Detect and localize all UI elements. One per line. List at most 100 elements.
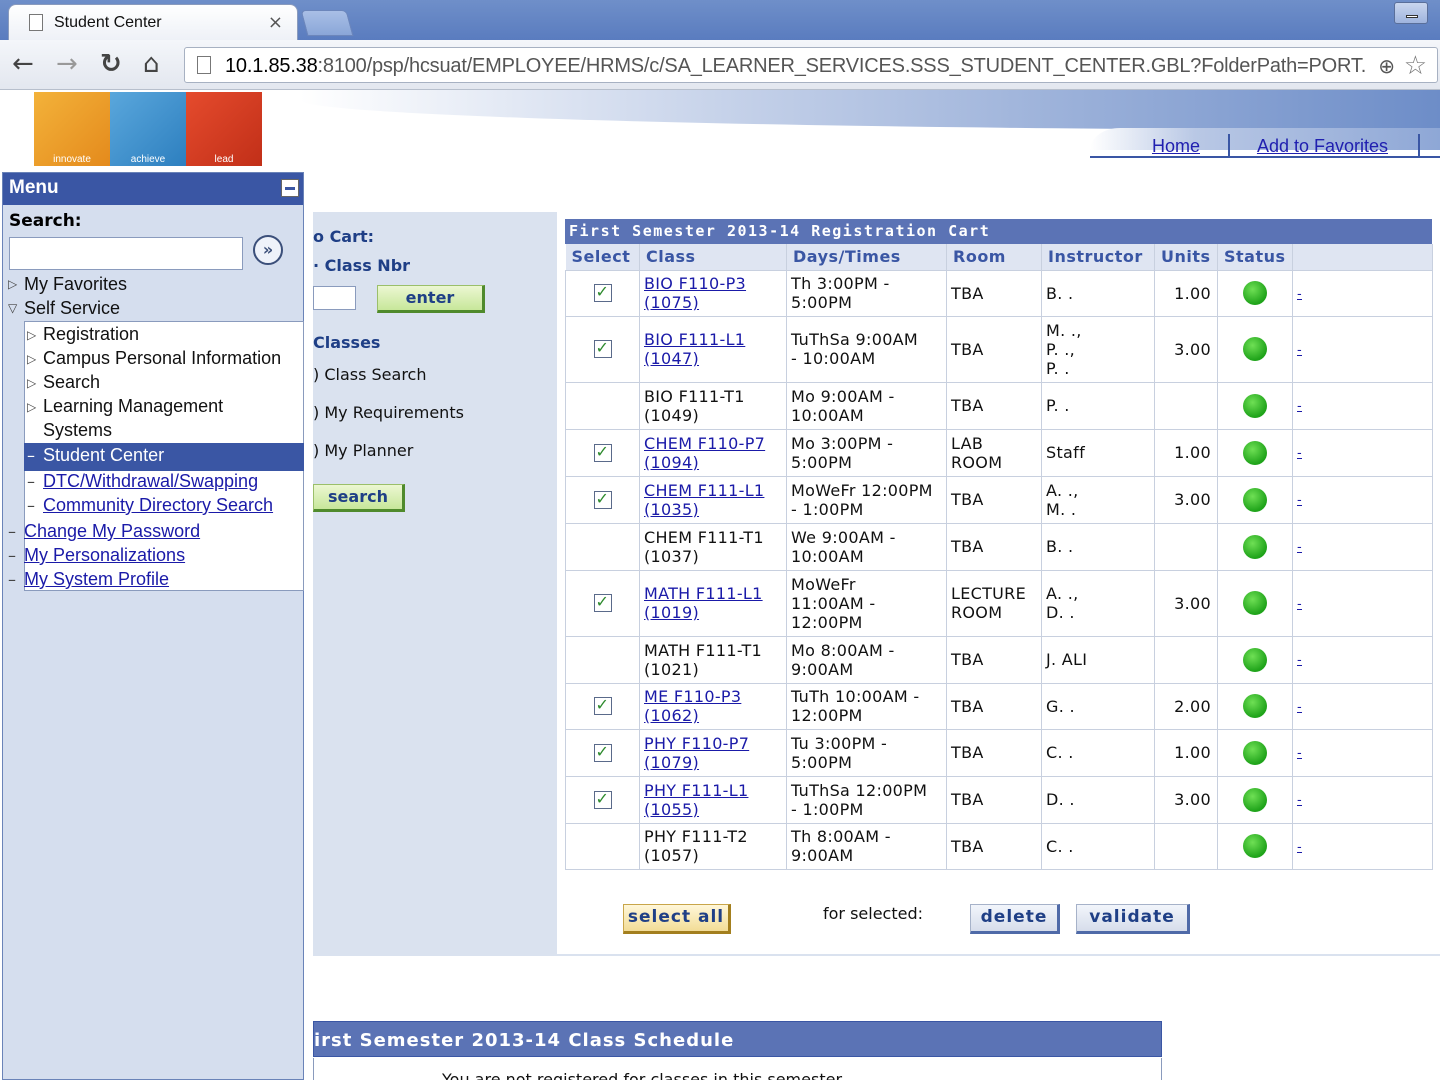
class-link[interactable]: PHY F110-P7 [644,734,749,753]
menu-item-dtc-withdrawal-swapping[interactable]: DTC/Withdrawal/Swapping [43,471,258,492]
menu-item-learning-management[interactable]: Learning Management [43,396,223,417]
menu-search-input[interactable] [9,237,243,270]
menu-dash: – [8,522,16,541]
tab-close-icon[interactable]: × [268,12,283,33]
row-detail-link[interactable]: - [1297,343,1302,358]
address-bar[interactable]: 10.1.85.38:8100/psp/hcsuat/EMPLOYEE/HRMS… [184,47,1438,83]
row-detail-link[interactable]: - [1297,840,1302,855]
class-schedule-title: irst Semester 2013-14 Class Schedule [313,1021,1162,1057]
select-checkbox[interactable] [593,742,612,762]
home-link[interactable]: Home [1152,136,1200,157]
select-checkbox[interactable] [593,592,612,612]
select-checkbox[interactable] [593,695,612,715]
class-number-link[interactable]: (1075) [644,293,699,312]
page-icon [197,56,211,74]
status-cell [1217,269,1293,317]
class-cell: ME F110-P3 (1062) [639,682,787,730]
browser-tab[interactable]: Student Center × [8,4,298,40]
menu-item-learning-management-cont[interactable]: Systems [43,420,112,441]
select-checkbox[interactable] [593,338,612,358]
menu-item-student-center[interactable]: Student Center [43,445,164,466]
select-checkbox[interactable] [593,282,612,302]
instructor-cell: P. . [1041,381,1155,430]
menu-item-community-directory-search[interactable]: Community Directory Search [43,495,273,516]
menu-item-my-favorites[interactable]: My Favorites [24,274,127,295]
menu-item-self-service[interactable]: Self Service [24,298,120,319]
select-checkbox[interactable] [593,489,612,509]
row-detail-link[interactable]: - [1297,597,1302,612]
class-number-link[interactable]: (1035) [644,500,699,519]
expand-triangle-icon[interactable]: ▷ [27,328,36,342]
class-link[interactable]: MATH F111-L1 [644,584,763,603]
my-requirements-option[interactable]: ) My Requirements [313,403,464,422]
row-detail-link[interactable]: - [1297,700,1302,715]
more-cell: - [1292,428,1433,477]
class-number-link[interactable]: (1079) [644,753,699,772]
class-number-link[interactable]: (1047) [644,349,699,368]
class-name: PHY F111-T2 [644,827,748,846]
search-button[interactable]: search [313,484,405,512]
minimize-button[interactable] [1394,2,1428,24]
select-cell [565,569,640,637]
row-detail-link[interactable]: - [1297,746,1302,761]
delete-button[interactable]: delete [970,904,1060,934]
back-arrow-icon[interactable]: ← [12,50,34,78]
class-nbr-input[interactable] [313,286,356,310]
expand-triangle-icon[interactable]: ▷ [8,277,17,291]
menu-item-system-profile[interactable]: My System Profile [24,569,169,590]
select-all-button[interactable]: select all [623,904,731,934]
select-cell [565,822,640,870]
class-link[interactable]: ME F110-P3 [644,687,741,706]
column-header: Status [1217,244,1293,271]
class-number-link[interactable]: (1062) [644,706,699,725]
enter-button[interactable]: enter [377,285,485,313]
row-detail-link[interactable]: - [1297,446,1302,461]
menu-item-search[interactable]: Search [43,372,100,393]
zoom-icon[interactable]: ⊕ [1378,54,1395,78]
forward-arrow-icon[interactable]: → [56,50,78,78]
institution-logo: innovate achieve lead [34,92,262,166]
days-times-cell: Mo 3:00PM -5:00PM [786,428,947,477]
status-open-icon [1243,337,1267,361]
validate-button[interactable]: validate [1076,904,1190,934]
class-link[interactable]: BIO F110-P3 [644,274,746,293]
row-detail-link[interactable]: - [1297,653,1302,668]
bookmark-star-icon[interactable]: ☆ [1404,51,1427,81]
menu-item-registration[interactable]: Registration [43,324,139,345]
collapse-triangle-icon[interactable]: ▽ [8,301,17,315]
row-detail-link[interactable]: - [1297,540,1302,555]
class-search-option[interactable]: ) Class Search [313,365,426,384]
home-icon[interactable]: ⌂ [143,50,160,78]
expand-triangle-icon[interactable]: ▷ [27,376,36,390]
menu-item-personalizations[interactable]: My Personalizations [24,545,185,566]
row-detail-link[interactable]: - [1297,287,1302,302]
class-link[interactable]: PHY F111-L1 [644,781,748,800]
row-detail-link[interactable]: - [1297,793,1302,808]
expand-triangle-icon[interactable]: ▷ [27,400,36,414]
class-cell: CHEM F111-L1 (1035) [639,475,787,524]
new-tab-button[interactable] [300,10,354,36]
row-detail-link[interactable]: - [1297,493,1302,508]
menu-search-go-icon[interactable]: » [253,235,283,265]
instructor-cell: Staff [1041,428,1155,477]
class-link[interactable]: BIO F111-L1 [644,330,745,349]
class-number-link[interactable]: (1019) [644,603,699,622]
class-link[interactable]: CHEM F111-L1 [644,481,764,500]
reload-icon[interactable]: ↻ [100,50,122,78]
select-checkbox[interactable] [593,789,612,809]
menu-item-change-password[interactable]: Change My Password [24,521,200,542]
room-cell: TBA [946,822,1042,870]
row-detail-link[interactable]: - [1297,399,1302,414]
my-planner-option[interactable]: ) My Planner [313,441,413,460]
class-link[interactable]: CHEM F110-P7 [644,434,765,453]
class-number-link[interactable]: (1055) [644,800,699,819]
expand-triangle-icon[interactable]: ▷ [27,352,36,366]
collapse-menu-icon[interactable] [281,179,299,197]
more-cell: - [1292,315,1433,383]
menu-item-campus-personal-information[interactable]: Campus Personal Information [43,348,281,369]
days-times-cell: TuThSa 12:00PM - 1:00PM [786,775,947,824]
add-to-favorites-link[interactable]: Add to Favorites [1257,136,1388,157]
class-number-link[interactable]: (1094) [644,453,699,472]
status-cell [1217,428,1293,477]
select-checkbox[interactable] [593,442,612,462]
